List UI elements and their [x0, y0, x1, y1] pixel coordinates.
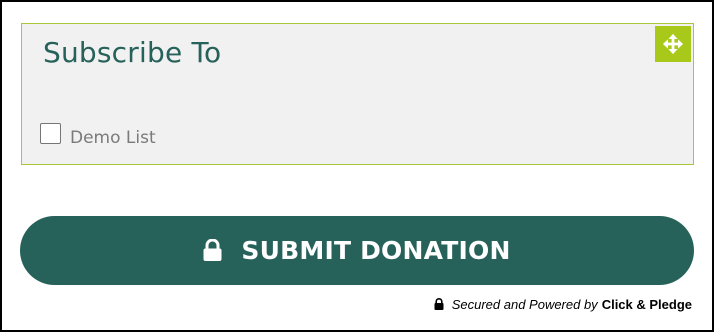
move-arrows-icon: [662, 33, 684, 55]
donation-form-frame: Subscribe To Demo List SUBMIT DONATION S…: [0, 0, 714, 332]
subscribe-panel: Subscribe To Demo List: [21, 23, 694, 165]
subscribe-title: Subscribe To: [43, 36, 222, 69]
secured-by-notice: Secured and Powered by Click & Pledge: [434, 297, 692, 312]
move-handle[interactable]: [655, 26, 691, 62]
subscription-option-demo-list[interactable]: Demo List: [40, 119, 156, 148]
lock-icon: [203, 238, 222, 261]
secured-text: Secured and Powered by: [451, 297, 598, 312]
brand-link[interactable]: Click & Pledge: [602, 297, 692, 312]
demo-list-label[interactable]: Demo List: [70, 128, 156, 148]
submit-donation-label: SUBMIT DONATION: [241, 236, 511, 265]
lock-icon: [434, 297, 444, 310]
submit-donation-button[interactable]: SUBMIT DONATION: [20, 216, 694, 285]
demo-list-checkbox[interactable]: [40, 123, 61, 144]
